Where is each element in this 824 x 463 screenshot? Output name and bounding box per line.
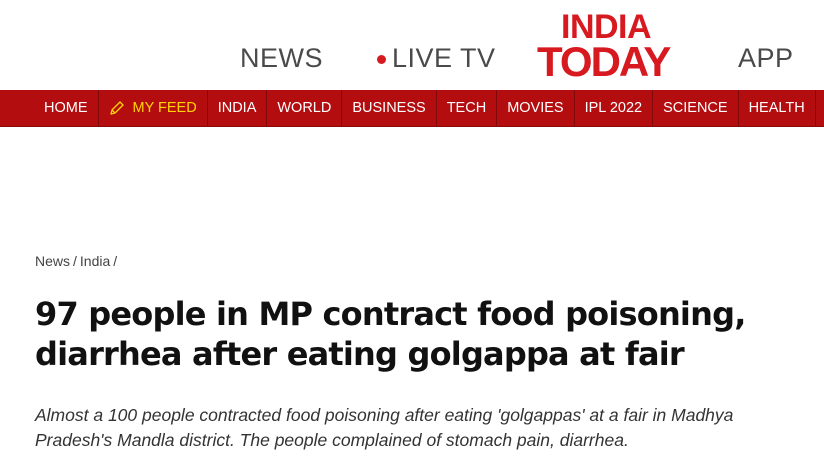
nav-item-movies[interactable]: MOVIES bbox=[497, 90, 575, 126]
nav-item-business[interactable]: BUSINESS bbox=[342, 90, 437, 126]
article-summary: Almost a 100 people contracted food pois… bbox=[35, 405, 734, 450]
nav-item-label: TECH bbox=[446, 100, 487, 116]
nav-item-label: MOVIES bbox=[507, 100, 564, 116]
breadcrumb-link-india[interactable]: India bbox=[80, 253, 110, 269]
pencil-icon bbox=[109, 100, 125, 116]
nav-item-label: WORLD bbox=[277, 100, 332, 116]
nav-item-label: BUSINESS bbox=[352, 100, 426, 116]
nav-item-india[interactable]: INDIA bbox=[208, 90, 268, 126]
nav-item-ipl-2022[interactable]: IPL 2022 bbox=[575, 90, 654, 126]
news-link[interactable]: NEWS bbox=[240, 43, 323, 74]
nav-item-world[interactable]: WORLD bbox=[267, 90, 343, 126]
nav-item-label: INDIA bbox=[217, 100, 257, 116]
nav-item-label: SCIENCE bbox=[663, 100, 728, 116]
nav-item-label: HOME bbox=[44, 100, 88, 116]
breadcrumb-separator: / bbox=[113, 253, 118, 269]
app-link[interactable]: APP bbox=[738, 43, 794, 74]
logo-line-today: TODAY bbox=[537, 38, 671, 86]
nav-item-my-feed[interactable]: MY FEED bbox=[99, 90, 208, 126]
breadcrumb-link-news[interactable]: News bbox=[35, 253, 70, 269]
article-headline: 97 people in MP contract food poisoning,… bbox=[35, 295, 746, 373]
nav-item-home[interactable]: HOME bbox=[34, 90, 99, 126]
india-today-logo[interactable]: INDIA TODAY bbox=[537, 10, 683, 86]
live-tv-link[interactable]: LIVE TV bbox=[377, 43, 496, 74]
nav-items: HOME MY FEED INDIA WORLD BUSINESS TECH MOVIES I… bbox=[0, 90, 824, 126]
main-nav: HOME MY FEED INDIA WORLD BUSINESS TECH MOVIES I… bbox=[0, 90, 824, 127]
nav-item-label: HEALTH bbox=[748, 100, 805, 116]
breadcrumb-separator: / bbox=[73, 253, 77, 269]
nav-item-health[interactable]: HEALTH bbox=[739, 90, 816, 126]
nav-item-label: IPL 2022 bbox=[584, 100, 643, 116]
live-dot-icon bbox=[377, 55, 386, 64]
live-tv-label: LIVE TV bbox=[392, 43, 496, 73]
site-header: NEWS LIVE TV INDIA TODAY APP bbox=[0, 0, 824, 90]
nav-item-science[interactable]: SCIENCE bbox=[653, 90, 739, 126]
nav-item-tech[interactable]: TECH bbox=[437, 90, 498, 126]
nav-item-label: MY FEED bbox=[132, 100, 197, 116]
breadcrumb: News / India / bbox=[35, 253, 120, 269]
